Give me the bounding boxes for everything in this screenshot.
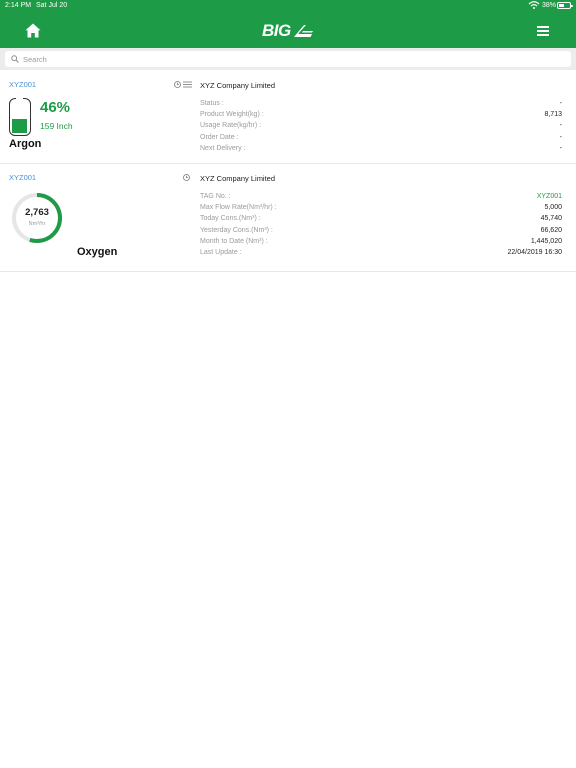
detail-label: TAG No. :: [200, 193, 231, 200]
detail-row: Usage Rate(kg/hr) : -: [200, 122, 562, 133]
flow-unit: Nm³/hr: [28, 221, 46, 227]
detail-value: 1,445,020: [530, 237, 562, 245]
search-bar: [0, 48, 576, 70]
search-input[interactable]: [23, 52, 563, 66]
detail-label: Yesterday Cons.(Nm³) :: [200, 226, 273, 234]
detail-row: Last Update : 22/04/2019 16:30: [200, 249, 562, 260]
detail-row: Yesterday Cons.(Nm³) : 66,620: [200, 227, 562, 238]
gas-name: Argon: [9, 138, 42, 150]
detail-value: 66,620: [540, 226, 562, 234]
flow-gauge: [12, 193, 62, 243]
detail-row: Order Date : -: [200, 134, 562, 145]
detail-label: Next Delivery :: [200, 144, 246, 152]
detail-value: -: [559, 122, 562, 130]
search-icon: [11, 55, 19, 63]
detail-value: -: [559, 144, 562, 152]
detail-row: Today Cons.(Nm³) : 45,740: [200, 215, 562, 226]
detail-label: Product Weight(kg) :: [200, 111, 264, 119]
tank-percent: 46%: [40, 99, 71, 116]
clock-icon[interactable]: [174, 81, 181, 88]
flow-details: TAG No. : XYZ001 Max Flow Rate(Nm³/hr) : 5…: [200, 193, 562, 260]
tank-level-inch: 159 Inch: [40, 121, 73, 131]
status-time: 2:14 PM: [5, 2, 32, 9]
status-bar: 2:14 PM Sat Jul 20 38%: [0, 0, 576, 12]
detail-label: Today Cons.(Nm³) :: [200, 215, 261, 223]
wifi-icon: [528, 1, 540, 9]
detail-label: Status :: [200, 100, 224, 107]
battery-percent: 38%: [542, 2, 557, 9]
status-date: Sat Jul 20: [36, 2, 68, 9]
clock-icon[interactable]: [183, 174, 190, 181]
detail-row: Max Flow Rate(Nm³/hr) : 5,000: [200, 204, 562, 215]
detail-value: -: [559, 133, 562, 141]
logo-text: BIG: [262, 21, 291, 40]
detail-value: 5,000: [544, 204, 562, 212]
battery-icon: [557, 2, 573, 9]
search-field: [5, 51, 571, 67]
company-name: XYZ Company Limited: [200, 174, 276, 183]
tank-details: Status : - Product Weight(kg) : 8,713 Usag…: [200, 100, 562, 156]
detail-label: Last Update :: [200, 248, 242, 256]
tag-link[interactable]: XYZ001: [9, 173, 36, 182]
tank-level-fill: [12, 119, 27, 133]
detail-label: Usage Rate(kg/hr) :: [200, 122, 262, 130]
company-name: XYZ Company Limited: [200, 81, 276, 90]
list-icon[interactable]: [183, 81, 192, 88]
menu-icon[interactable]: [537, 26, 549, 36]
detail-row: Status : -: [200, 100, 562, 111]
tag-link[interactable]: XYZ001: [9, 80, 36, 89]
detail-value: 45,740: [540, 215, 562, 223]
detail-value: XYZ001: [536, 193, 562, 200]
detail-row: Month to Date (Nm³) : 1,445,020: [200, 238, 562, 249]
detail-value: 22/04/2019 16:30: [507, 248, 563, 256]
detail-row: Product Weight(kg) : 8,713: [200, 111, 562, 122]
detail-row: Next Delivery : -: [200, 145, 562, 156]
detail-label: Month to Date (Nm³) :: [200, 237, 268, 245]
detail-row: TAG No. : XYZ001: [200, 193, 562, 204]
logo-mark-icon: [293, 25, 313, 37]
detail-value: -: [559, 100, 562, 107]
tank-level-icon: [9, 96, 31, 136]
gas-name: Oxygen: [77, 246, 118, 258]
detail-label: Order Date :: [200, 133, 239, 141]
home-icon[interactable]: [25, 23, 41, 38]
brand-logo: BIG: [262, 20, 314, 42]
flow-value: 2,763: [25, 207, 49, 218]
detail-label: Max Flow Rate(Nm³/hr) :: [200, 204, 277, 212]
detail-value: 8,713: [544, 111, 562, 119]
nav-bar: BIG: [0, 12, 576, 48]
